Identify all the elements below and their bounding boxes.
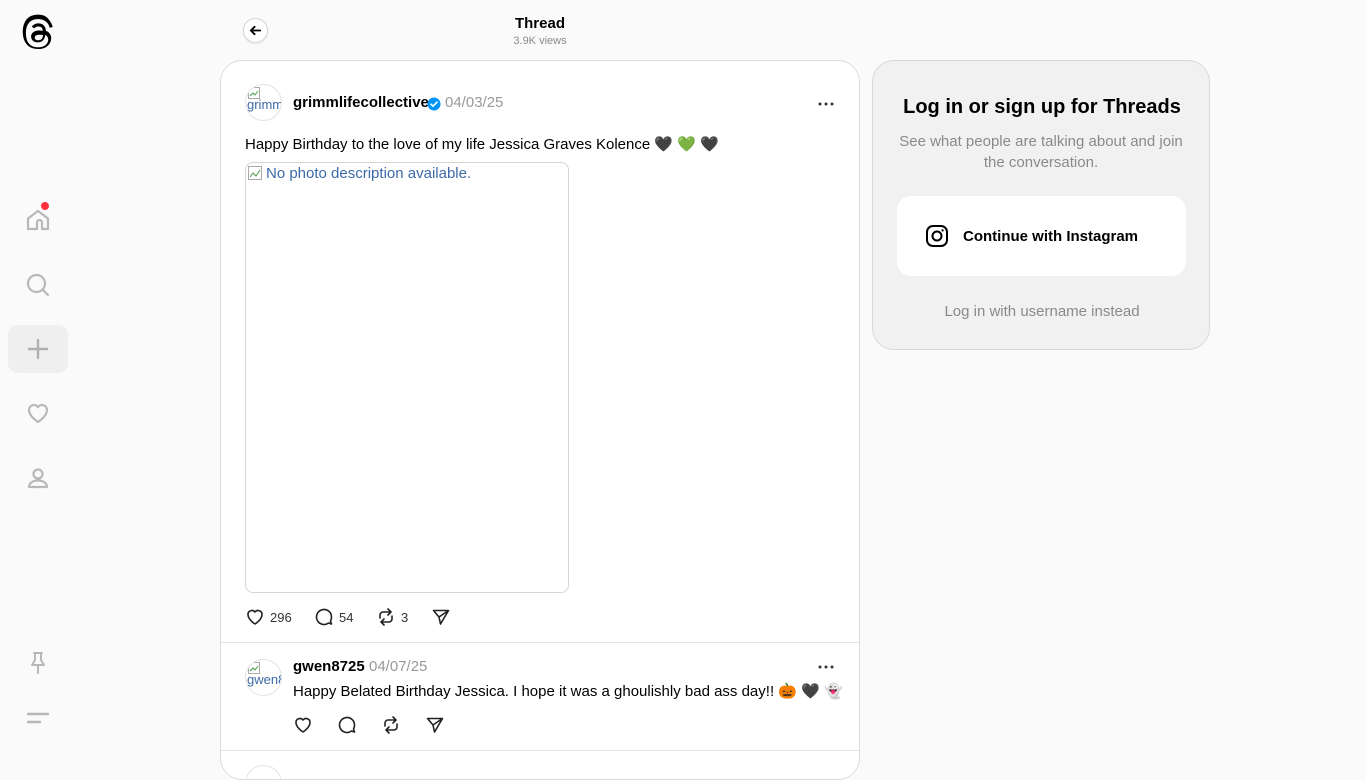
avatar-alt-text: grimmlifecollective [247, 97, 281, 112]
avatar[interactable]: gwen8725 [245, 659, 282, 696]
login-subtitle: See what people are talking about and jo… [899, 133, 1183, 171]
repost-icon [379, 608, 393, 626]
send-icon [426, 717, 444, 733]
login-with-username-link[interactable]: Log in with username instead [873, 303, 1211, 320]
notification-dot [41, 202, 49, 210]
menu-icon [26, 712, 50, 724]
instagram-button-label: Continue with Instagram [963, 228, 1139, 245]
reply-date[interactable]: 04/07/25 [369, 658, 427, 675]
nav-create-button[interactable] [8, 325, 68, 373]
heart-icon [247, 609, 263, 625]
nav-home-button[interactable] [8, 196, 68, 244]
post-username[interactable]: grimmlifecollective [293, 94, 429, 111]
nav-activity-button[interactable] [8, 389, 68, 437]
verified-badge-icon [427, 97, 441, 111]
threads-logo-icon[interactable] [20, 14, 56, 52]
avatar-alt-text: gwen8725 [247, 672, 281, 687]
image-alt-text: No photo description available. [266, 165, 472, 182]
thread-feed: grimmlifecollective grimmlifecollective … [220, 60, 860, 780]
send-icon [432, 609, 450, 625]
reply-button[interactable] [337, 715, 357, 735]
reply-username[interactable]: gwen8725 [293, 658, 365, 675]
post-image[interactable]: No photo description available. [245, 162, 569, 593]
continue-with-instagram-button[interactable]: Continue with Instagram [897, 196, 1186, 276]
nav-search-button[interactable] [8, 261, 68, 309]
reply-count: 54 [339, 609, 354, 625]
login-card: Log in or sign up for Threads See what p… [872, 60, 1210, 350]
instagram-icon [926, 225, 948, 247]
nav-menu-button[interactable] [8, 694, 68, 742]
post-date[interactable]: 04/03/25 [445, 94, 503, 111]
home-icon [26, 209, 50, 231]
avatar[interactable] [245, 765, 282, 779]
broken-image-icon [248, 166, 262, 180]
plus-icon [27, 338, 49, 360]
sidebar [0, 0, 76, 768]
repost-count: 3 [401, 609, 409, 625]
more-options-icon[interactable] [816, 97, 836, 111]
repost-button[interactable] [381, 715, 401, 735]
nav-pin-button[interactable] [8, 639, 68, 687]
nav-profile-button[interactable] [8, 454, 68, 502]
more-options-icon[interactable] [816, 660, 836, 674]
repost-button[interactable]: 3 [376, 607, 408, 627]
page-title: Thread [514, 15, 565, 32]
search-icon [26, 273, 50, 297]
heart-icon [27, 403, 49, 424]
pin-icon [31, 652, 45, 674]
share-button[interactable] [425, 715, 445, 735]
back-button[interactable] [243, 18, 268, 43]
avatar[interactable]: grimmlifecollective [245, 84, 282, 121]
comment-icon [315, 608, 333, 626]
repost-icon [384, 716, 398, 734]
like-count: 296 [270, 609, 292, 625]
like-button[interactable] [293, 715, 313, 735]
like-button[interactable]: 296 [245, 607, 292, 627]
login-title: Log in or sign up for Threads [903, 96, 1181, 118]
divider [221, 642, 859, 643]
post-text: Happy Birthday to the love of my life Je… [245, 136, 719, 153]
divider [221, 750, 859, 751]
comment-icon [338, 716, 356, 734]
arrow-left-icon [249, 25, 262, 36]
share-button[interactable] [431, 607, 451, 627]
profile-icon [27, 468, 49, 489]
heart-icon [295, 717, 311, 733]
reply-button[interactable]: 54 [314, 607, 353, 627]
view-count: 3.9K views [513, 35, 567, 47]
reply-text: Happy Belated Birthday Jessica. I hope i… [293, 683, 843, 700]
